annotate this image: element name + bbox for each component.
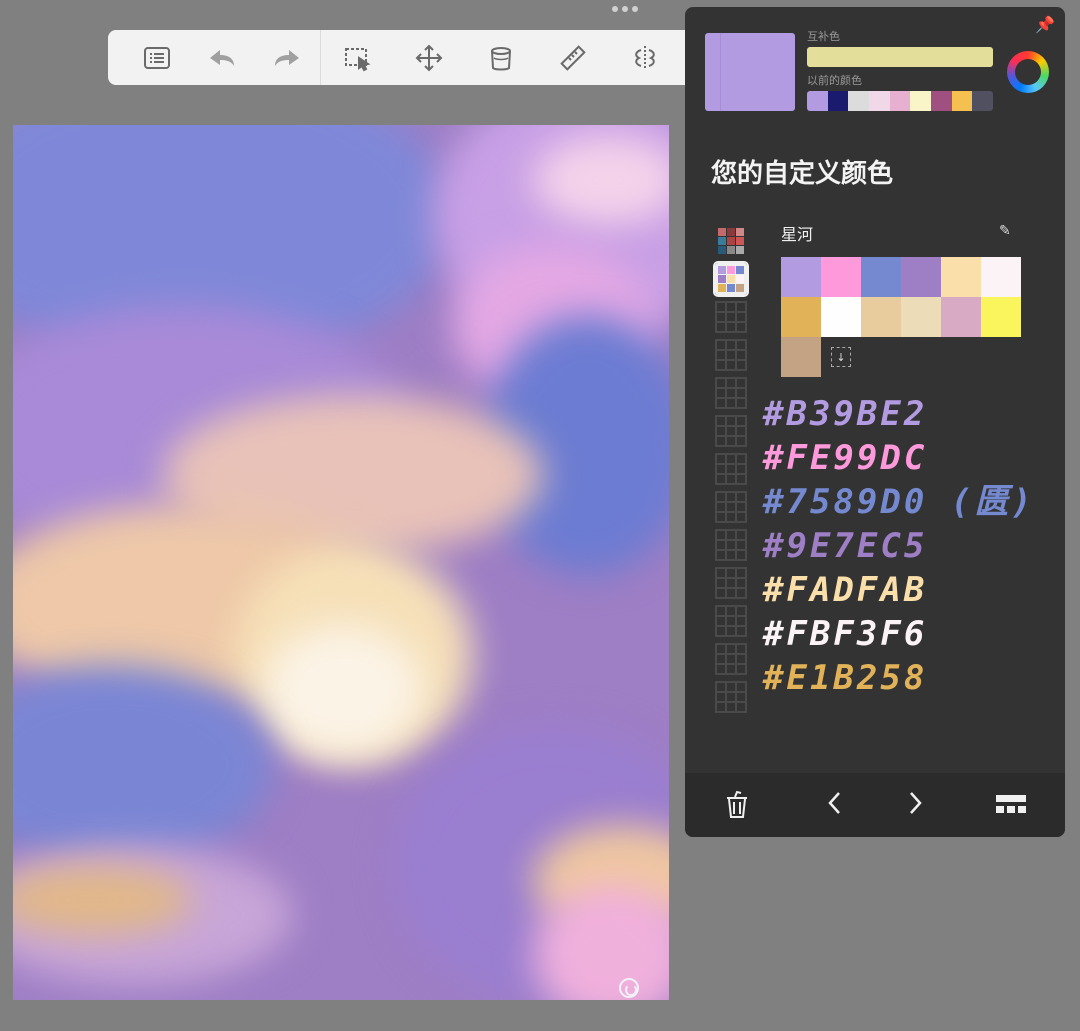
palette-swatch[interactable] [941, 297, 981, 337]
list-icon[interactable] [124, 30, 189, 85]
undo-arrow-icon[interactable] [189, 30, 254, 85]
previous-chevron-icon[interactable] [825, 789, 845, 823]
palette-swatch[interactable] [901, 297, 941, 337]
hex-note: #E1B258 [763, 658, 928, 698]
previous-color-swatch[interactable] [827, 91, 849, 111]
previous-color-swatch[interactable] [951, 91, 973, 111]
empty-palette-slot[interactable] [715, 339, 747, 371]
palette-swatch[interactable] [781, 297, 821, 337]
panel-footer [685, 773, 1065, 837]
current-color-swatch[interactable] [705, 33, 795, 111]
symmetry-icon[interactable] [609, 30, 681, 85]
empty-palette-slot[interactable] [715, 681, 747, 713]
previous-colors-label: 以前的颜色 [807, 74, 862, 87]
move-icon[interactable] [393, 30, 465, 85]
palette-swatch[interactable] [901, 257, 941, 297]
palette-thumb-selected[interactable] [713, 261, 749, 297]
sync-icon [619, 978, 639, 998]
palette-swatch[interactable] [821, 257, 861, 297]
selection-icon[interactable] [321, 30, 393, 85]
painting-canvas[interactable] [13, 125, 669, 1000]
hex-note: #FBF3F6 [763, 614, 928, 654]
complement-color-bar[interactable] [807, 47, 993, 67]
previous-color-swatch[interactable] [848, 91, 870, 111]
window-drag-handle[interactable] [612, 6, 638, 12]
palette-swatch[interactable] [861, 297, 901, 337]
ruler-icon[interactable] [537, 30, 609, 85]
palette-swatch[interactable] [981, 257, 1021, 297]
empty-palette-slot[interactable] [715, 567, 747, 599]
next-chevron-icon[interactable] [905, 789, 925, 823]
palette-swatch[interactable] [781, 257, 821, 297]
delete-palette-icon[interactable] [725, 789, 749, 825]
previous-colors-row[interactable] [807, 91, 993, 111]
previous-color-swatch[interactable] [931, 91, 952, 111]
palette-name[interactable]: 星河 [781, 221, 813, 245]
previous-color-swatch[interactable] [910, 91, 932, 111]
palette-swatch-grid [781, 257, 1021, 337]
top-toolbar [108, 30, 728, 85]
hex-note: #FADFAB [763, 570, 928, 610]
hex-notes: #B39BE2 #FE99DC #7589D0 (匮) #9E7EC5 #FADFAB #… [763, 392, 1035, 700]
add-swatch-icon[interactable]: ↓ [831, 347, 851, 367]
color-wheel-icon[interactable] [1007, 51, 1049, 93]
hex-note: #9E7EC5 [763, 526, 928, 566]
hex-note: #B39BE2 [763, 394, 928, 434]
bucket-icon[interactable] [465, 30, 537, 85]
redo-arrow-icon[interactable] [255, 30, 320, 85]
palette-list [713, 225, 749, 719]
empty-palette-slot[interactable] [715, 453, 747, 485]
empty-palette-slot[interactable] [715, 415, 747, 447]
hex-note: #7589D0 (匮) [763, 482, 1035, 522]
previous-color-swatch[interactable] [869, 91, 890, 111]
previous-color-swatch[interactable] [889, 91, 911, 111]
palette-swatch[interactable] [781, 337, 821, 377]
palette-swatch[interactable] [981, 297, 1021, 337]
previous-color-swatch[interactable] [972, 91, 993, 111]
empty-palette-slot[interactable] [715, 643, 747, 675]
color-panel: 📌 互补色 以前的颜色 您的自定义颜色 星河 ✎ ↓ #B39BE2 #FE99D… [685, 7, 1065, 837]
palette-swatch[interactable] [941, 257, 981, 297]
complement-label: 互补色 [807, 30, 840, 43]
empty-palette-slot[interactable] [715, 301, 747, 333]
palette-thumb[interactable] [715, 225, 747, 257]
pin-icon[interactable]: 📌 [1035, 15, 1055, 34]
empty-palette-slot[interactable] [715, 605, 747, 637]
palette-swatch[interactable] [861, 257, 901, 297]
empty-palette-slot[interactable] [715, 491, 747, 523]
previous-color-swatch[interactable] [807, 91, 828, 111]
hex-note: #FE99DC [763, 438, 928, 478]
grid-view-icon[interactable] [995, 793, 1027, 823]
empty-palette-slot[interactable] [715, 529, 747, 561]
empty-palette-slot[interactable] [715, 377, 747, 409]
panel-title: 您的自定义颜色 [711, 159, 894, 189]
edit-pencil-icon[interactable]: ✎ [999, 223, 1011, 239]
palette-swatch[interactable] [821, 297, 861, 337]
